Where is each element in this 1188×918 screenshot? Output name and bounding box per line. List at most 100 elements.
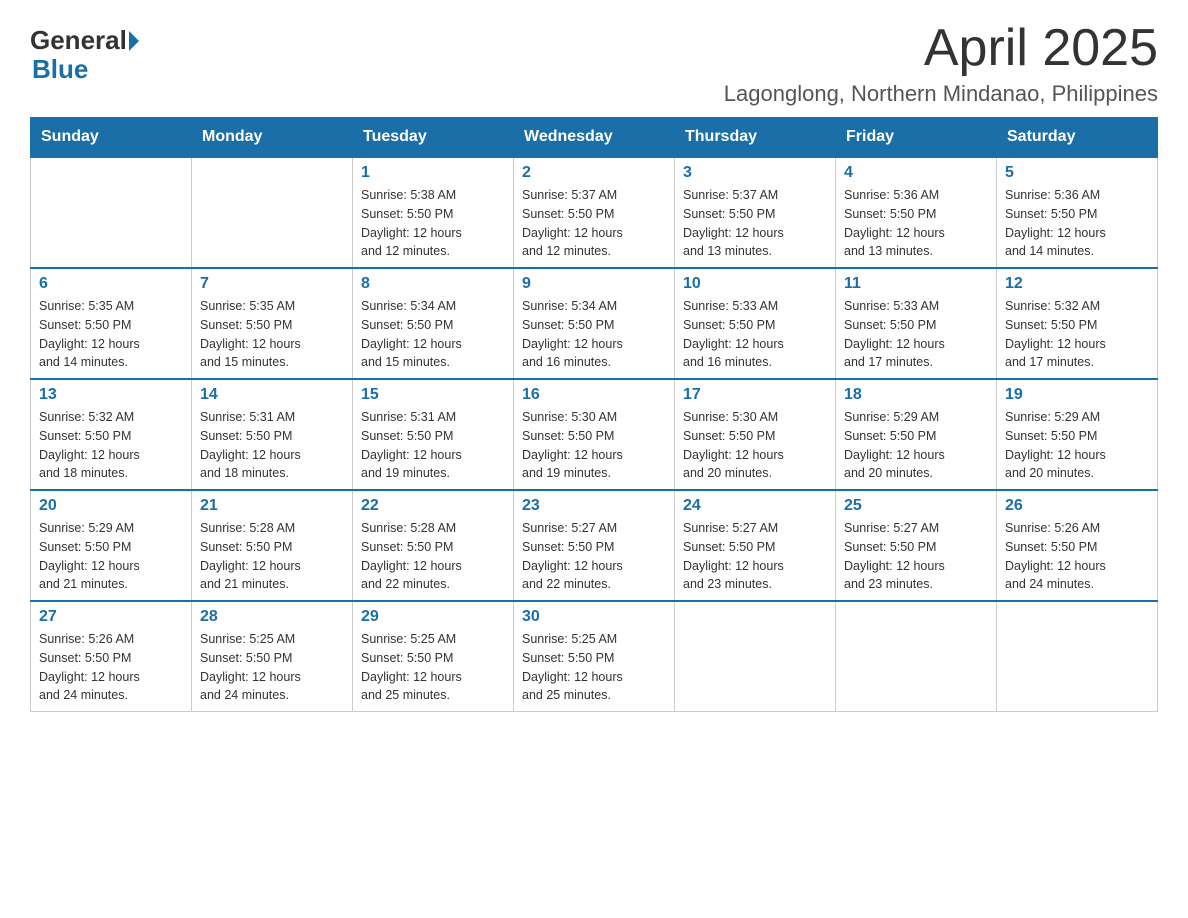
day-info: Sunrise: 5:29 AMSunset: 5:50 PMDaylight:… [1005, 408, 1149, 483]
calendar-cell: 3 Sunrise: 5:37 AMSunset: 5:50 PMDaylight… [675, 157, 836, 268]
calendar-header-tuesday: Tuesday [353, 118, 514, 158]
day-number: 21 [200, 497, 344, 515]
day-info: Sunrise: 5:31 AMSunset: 5:50 PMDaylight:… [200, 408, 344, 483]
logo-area: General Blue [30, 20, 139, 85]
day-number: 30 [522, 608, 666, 626]
week-row-1: 1 Sunrise: 5:38 AMSunset: 5:50 PMDaylight… [31, 157, 1158, 268]
day-number: 25 [844, 497, 988, 515]
day-info: Sunrise: 5:34 AMSunset: 5:50 PMDaylight:… [522, 297, 666, 372]
calendar-cell: 19 Sunrise: 5:29 AMSunset: 5:50 PMDayligh… [997, 379, 1158, 490]
calendar-cell: 1 Sunrise: 5:38 AMSunset: 5:50 PMDaylight… [353, 157, 514, 268]
calendar-cell [31, 157, 192, 268]
week-row-5: 27 Sunrise: 5:26 AMSunset: 5:50 PMDayligh… [31, 601, 1158, 712]
day-number: 14 [200, 386, 344, 404]
day-number: 3 [683, 164, 827, 182]
calendar-cell: 14 Sunrise: 5:31 AMSunset: 5:50 PMDayligh… [192, 379, 353, 490]
location-title: Lagonglong, Northern Mindanao, Philippin… [724, 81, 1158, 107]
day-number: 28 [200, 608, 344, 626]
day-info: Sunrise: 5:25 AMSunset: 5:50 PMDaylight:… [361, 630, 505, 705]
day-number: 23 [522, 497, 666, 515]
day-info: Sunrise: 5:28 AMSunset: 5:50 PMDaylight:… [361, 519, 505, 594]
calendar-header-monday: Monday [192, 118, 353, 158]
day-info: Sunrise: 5:37 AMSunset: 5:50 PMDaylight:… [522, 186, 666, 261]
day-info: Sunrise: 5:31 AMSunset: 5:50 PMDaylight:… [361, 408, 505, 483]
day-info: Sunrise: 5:27 AMSunset: 5:50 PMDaylight:… [522, 519, 666, 594]
calendar-cell: 10Sunrise: 5:33 AMSunset: 5:50 PMDayligh… [675, 268, 836, 379]
day-info: Sunrise: 5:29 AMSunset: 5:50 PMDaylight:… [39, 519, 183, 594]
day-number: 27 [39, 608, 183, 626]
day-info: Sunrise: 5:38 AMSunset: 5:50 PMDaylight:… [361, 186, 505, 261]
calendar-cell: 11Sunrise: 5:33 AMSunset: 5:50 PMDayligh… [836, 268, 997, 379]
week-row-2: 6Sunrise: 5:35 AMSunset: 5:50 PMDaylight… [31, 268, 1158, 379]
calendar-cell [997, 601, 1158, 712]
logo-blue-text: Blue [32, 54, 88, 85]
calendar-cell: 27 Sunrise: 5:26 AMSunset: 5:50 PMDayligh… [31, 601, 192, 712]
day-info: Sunrise: 5:35 AMSunset: 5:50 PMDaylight:… [39, 297, 183, 372]
calendar-table: SundayMondayTuesdayWednesdayThursdayFrid… [30, 117, 1158, 712]
calendar-cell: 2 Sunrise: 5:37 AMSunset: 5:50 PMDaylight… [514, 157, 675, 268]
header: General Blue April 2025 Lagonglong, Nort… [30, 20, 1158, 107]
week-row-3: 13Sunrise: 5:32 AMSunset: 5:50 PMDayligh… [31, 379, 1158, 490]
calendar-cell: 29Sunrise: 5:25 AMSunset: 5:50 PMDayligh… [353, 601, 514, 712]
calendar-cell: 21 Sunrise: 5:28 AMSunset: 5:50 PMDayligh… [192, 490, 353, 601]
calendar-cell: 24Sunrise: 5:27 AMSunset: 5:50 PMDayligh… [675, 490, 836, 601]
day-number: 15 [361, 386, 505, 404]
day-info: Sunrise: 5:26 AMSunset: 5:50 PMDaylight:… [39, 630, 183, 705]
calendar-cell: 23 Sunrise: 5:27 AMSunset: 5:50 PMDayligh… [514, 490, 675, 601]
day-number: 24 [683, 497, 827, 515]
week-row-4: 20Sunrise: 5:29 AMSunset: 5:50 PMDayligh… [31, 490, 1158, 601]
calendar-header-sunday: Sunday [31, 118, 192, 158]
day-number: 2 [522, 164, 666, 182]
day-info: Sunrise: 5:27 AMSunset: 5:50 PMDaylight:… [844, 519, 988, 594]
day-number: 19 [1005, 386, 1149, 404]
calendar-cell: 26 Sunrise: 5:26 AMSunset: 5:50 PMDayligh… [997, 490, 1158, 601]
day-info: Sunrise: 5:30 AMSunset: 5:50 PMDaylight:… [683, 408, 827, 483]
day-info: Sunrise: 5:37 AMSunset: 5:50 PMDaylight:… [683, 186, 827, 261]
calendar-cell: 5Sunrise: 5:36 AMSunset: 5:50 PMDaylight… [997, 157, 1158, 268]
day-info: Sunrise: 5:28 AMSunset: 5:50 PMDaylight:… [200, 519, 344, 594]
calendar-cell: 22 Sunrise: 5:28 AMSunset: 5:50 PMDayligh… [353, 490, 514, 601]
day-number: 16 [522, 386, 666, 404]
day-info: Sunrise: 5:25 AMSunset: 5:50 PMDaylight:… [522, 630, 666, 705]
calendar-cell: 8 Sunrise: 5:34 AMSunset: 5:50 PMDaylight… [353, 268, 514, 379]
calendar-cell: 17 Sunrise: 5:30 AMSunset: 5:50 PMDayligh… [675, 379, 836, 490]
calendar-cell [192, 157, 353, 268]
title-area: April 2025 Lagonglong, Northern Mindanao… [724, 20, 1158, 107]
day-number: 11 [844, 275, 988, 293]
calendar-cell: 4 Sunrise: 5:36 AMSunset: 5:50 PMDaylight… [836, 157, 997, 268]
day-info: Sunrise: 5:36 AMSunset: 5:50 PMDaylight:… [844, 186, 988, 261]
day-info: Sunrise: 5:26 AMSunset: 5:50 PMDaylight:… [1005, 519, 1149, 594]
day-number: 1 [361, 164, 505, 182]
day-info: Sunrise: 5:34 AMSunset: 5:50 PMDaylight:… [361, 297, 505, 372]
day-number: 17 [683, 386, 827, 404]
calendar-cell: 16Sunrise: 5:30 AMSunset: 5:50 PMDayligh… [514, 379, 675, 490]
day-number: 4 [844, 164, 988, 182]
day-info: Sunrise: 5:35 AMSunset: 5:50 PMDaylight:… [200, 297, 344, 372]
logo: General [30, 25, 139, 56]
calendar-header-wednesday: Wednesday [514, 118, 675, 158]
day-number: 26 [1005, 497, 1149, 515]
day-info: Sunrise: 5:29 AMSunset: 5:50 PMDaylight:… [844, 408, 988, 483]
day-info: Sunrise: 5:25 AMSunset: 5:50 PMDaylight:… [200, 630, 344, 705]
day-number: 8 [361, 275, 505, 293]
logo-general-text: General [30, 25, 127, 56]
calendar-cell: 6Sunrise: 5:35 AMSunset: 5:50 PMDaylight… [31, 268, 192, 379]
month-title: April 2025 [724, 20, 1158, 77]
calendar-cell [675, 601, 836, 712]
calendar-cell: 28 Sunrise: 5:25 AMSunset: 5:50 PMDayligh… [192, 601, 353, 712]
calendar-header-saturday: Saturday [997, 118, 1158, 158]
calendar-header-friday: Friday [836, 118, 997, 158]
calendar-cell: 20Sunrise: 5:29 AMSunset: 5:50 PMDayligh… [31, 490, 192, 601]
day-number: 10 [683, 275, 827, 293]
calendar-cell: 7 Sunrise: 5:35 AMSunset: 5:50 PMDaylight… [192, 268, 353, 379]
logo-blue-part [127, 31, 139, 51]
calendar-cell: 18Sunrise: 5:29 AMSunset: 5:50 PMDayligh… [836, 379, 997, 490]
calendar-cell: 13Sunrise: 5:32 AMSunset: 5:50 PMDayligh… [31, 379, 192, 490]
day-info: Sunrise: 5:32 AMSunset: 5:50 PMDaylight:… [1005, 297, 1149, 372]
calendar-cell: 9Sunrise: 5:34 AMSunset: 5:50 PMDaylight… [514, 268, 675, 379]
calendar-cell: 25 Sunrise: 5:27 AMSunset: 5:50 PMDayligh… [836, 490, 997, 601]
calendar-header-row: SundayMondayTuesdayWednesdayThursdayFrid… [31, 118, 1158, 158]
day-number: 7 [200, 275, 344, 293]
day-number: 22 [361, 497, 505, 515]
day-info: Sunrise: 5:32 AMSunset: 5:50 PMDaylight:… [39, 408, 183, 483]
